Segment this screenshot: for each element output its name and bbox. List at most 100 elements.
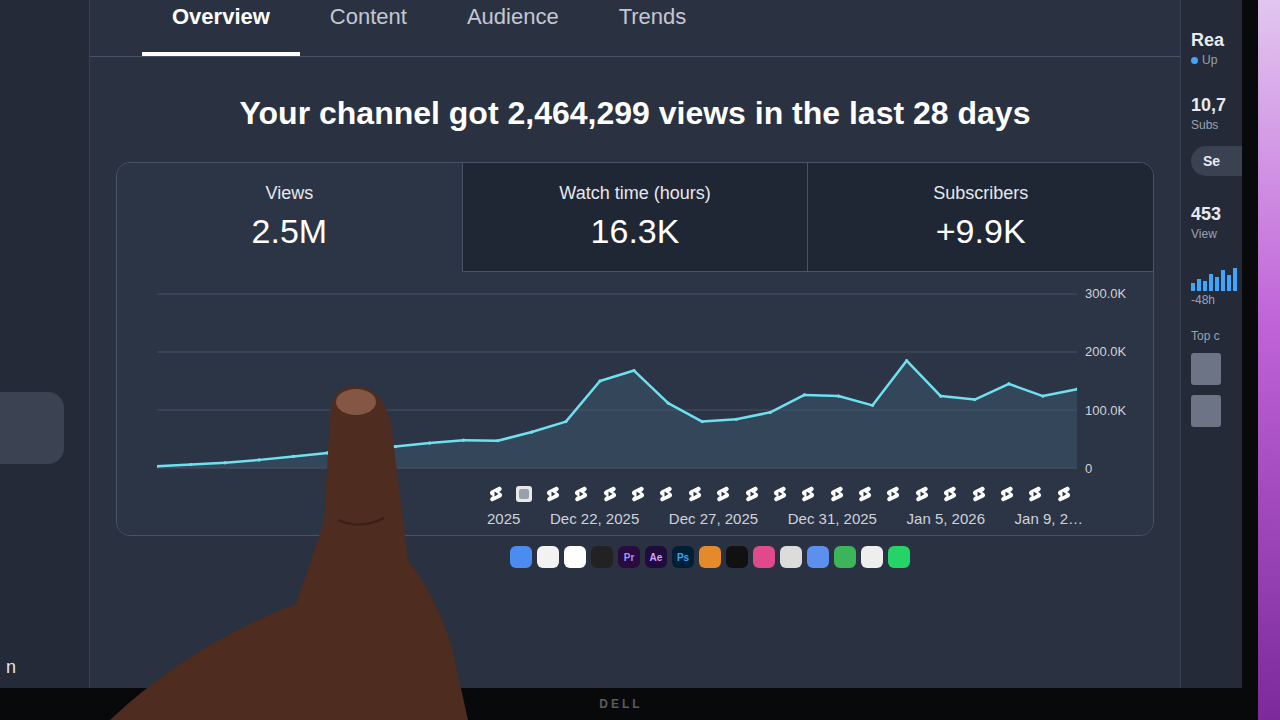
chart-point[interactable] bbox=[564, 420, 567, 423]
chart-point[interactable] bbox=[803, 393, 806, 396]
shorts-upload-icon[interactable] bbox=[629, 484, 647, 504]
chart-segment bbox=[396, 443, 430, 446]
app-icon[interactable] bbox=[888, 546, 910, 568]
thumbnail[interactable] bbox=[1191, 395, 1221, 427]
app-icon[interactable]: Pr bbox=[618, 546, 640, 568]
view-count: 453 bbox=[1191, 204, 1242, 225]
shorts-upload-icon[interactable] bbox=[884, 484, 902, 504]
tab[interactable]: Content bbox=[300, 0, 437, 56]
chart-segment bbox=[975, 384, 1009, 400]
tab[interactable]: Overview bbox=[142, 0, 300, 56]
app-label: Pr bbox=[624, 552, 635, 563]
chart-point[interactable] bbox=[598, 379, 601, 382]
realtime-bar bbox=[1203, 281, 1207, 291]
shorts-upload-icon[interactable] bbox=[572, 484, 590, 504]
metric-tile[interactable]: Watch time (hours)16.3K bbox=[462, 163, 808, 272]
sidebar-footer: n bbox=[0, 657, 89, 678]
sidebar-item[interactable] bbox=[0, 392, 64, 464]
thumbnail[interactable] bbox=[1191, 353, 1221, 385]
chart-point[interactable] bbox=[632, 369, 635, 372]
shorts-upload-icon[interactable] bbox=[828, 484, 846, 504]
chart-segment bbox=[327, 450, 361, 453]
realtime-bar bbox=[1221, 270, 1225, 291]
brand-logo: DELL bbox=[599, 697, 642, 711]
shorts-upload-icon[interactable] bbox=[856, 484, 874, 504]
chart-segment bbox=[1043, 389, 1077, 396]
status-text: Up bbox=[1202, 53, 1217, 67]
chart-point[interactable] bbox=[1007, 382, 1010, 385]
chart-segment bbox=[634, 371, 668, 403]
chart-point[interactable] bbox=[224, 461, 227, 464]
screen: nOverviewContentAudienceTrendsYour chann… bbox=[0, 0, 1242, 688]
app-icon[interactable] bbox=[591, 546, 613, 568]
shorts-upload-icon[interactable] bbox=[714, 484, 732, 504]
app-icon[interactable] bbox=[834, 546, 856, 568]
shorts-upload-icon[interactable] bbox=[799, 484, 817, 504]
chart-point[interactable] bbox=[394, 445, 397, 448]
chart-point[interactable] bbox=[905, 359, 908, 362]
shorts-upload-icon[interactable] bbox=[913, 484, 931, 504]
chart-segment bbox=[907, 361, 941, 396]
chart-point[interactable] bbox=[157, 465, 159, 468]
metric-tile[interactable]: Views2.5M bbox=[117, 163, 462, 272]
x-label: 2025 bbox=[487, 510, 520, 527]
app-icon[interactable]: Ae bbox=[645, 546, 667, 568]
shorts-upload-icon[interactable] bbox=[1055, 484, 1073, 504]
chart-point[interactable] bbox=[496, 439, 499, 442]
chart-point[interactable] bbox=[973, 398, 976, 401]
shorts-upload-icon[interactable] bbox=[941, 484, 959, 504]
shorts-upload-icon[interactable] bbox=[686, 484, 704, 504]
app-icon[interactable] bbox=[699, 546, 721, 568]
upload-markers bbox=[157, 476, 1143, 504]
shorts-upload-icon[interactable] bbox=[1026, 484, 1044, 504]
chart-point[interactable] bbox=[189, 463, 192, 466]
chart-segment bbox=[838, 396, 872, 405]
app-icon[interactable] bbox=[753, 546, 775, 568]
shorts-upload-icon[interactable] bbox=[743, 484, 761, 504]
chart-point[interactable] bbox=[326, 451, 329, 454]
chart-point[interactable] bbox=[428, 441, 431, 444]
chart-point[interactable] bbox=[530, 430, 533, 433]
chart-point[interactable] bbox=[701, 420, 704, 423]
chart-segment bbox=[293, 453, 327, 456]
tab[interactable]: Trends bbox=[589, 0, 717, 56]
shorts-upload-icon[interactable] bbox=[970, 484, 988, 504]
chart-point[interactable] bbox=[837, 394, 840, 397]
chart-point[interactable] bbox=[939, 394, 942, 397]
app-icon[interactable] bbox=[726, 546, 748, 568]
app-icon[interactable] bbox=[807, 546, 829, 568]
video-upload-icon[interactable] bbox=[515, 484, 533, 504]
shorts-upload-icon[interactable] bbox=[544, 484, 562, 504]
app-icon[interactable]: Ps bbox=[672, 546, 694, 568]
metric-tile[interactable]: Subscribers+9.9K bbox=[807, 163, 1153, 272]
chart-point[interactable] bbox=[360, 448, 363, 451]
chart-point[interactable] bbox=[769, 411, 772, 414]
chart-point[interactable] bbox=[871, 404, 874, 407]
shorts-upload-icon[interactable] bbox=[998, 484, 1016, 504]
shorts-upload-icon[interactable] bbox=[771, 484, 789, 504]
y-tick: 0 bbox=[1085, 461, 1137, 476]
see-button[interactable]: Se bbox=[1191, 146, 1242, 176]
app-icon[interactable] bbox=[861, 546, 883, 568]
chart-point[interactable] bbox=[667, 401, 670, 404]
metric-value: 16.3K bbox=[473, 212, 798, 251]
chart-segment bbox=[430, 440, 464, 443]
app-icon[interactable] bbox=[510, 546, 532, 568]
chart-segment bbox=[600, 371, 634, 381]
shorts-upload-icon[interactable] bbox=[657, 484, 675, 504]
chart-point[interactable] bbox=[735, 418, 738, 421]
chart-point[interactable] bbox=[462, 439, 465, 442]
app-icon[interactable] bbox=[780, 546, 802, 568]
shorts-upload-icon[interactable] bbox=[487, 484, 505, 504]
chart-point[interactable] bbox=[292, 455, 295, 458]
chart-point[interactable] bbox=[1075, 388, 1077, 391]
chart-point[interactable] bbox=[258, 458, 261, 461]
tab[interactable]: Audience bbox=[437, 0, 589, 56]
subscriber-label: Subs bbox=[1191, 118, 1242, 132]
tab-bar: OverviewContentAudienceTrends bbox=[90, 0, 1180, 57]
app-icon[interactable] bbox=[564, 546, 586, 568]
chart-point[interactable] bbox=[1041, 394, 1044, 397]
app-icon[interactable] bbox=[537, 546, 559, 568]
shorts-upload-icon[interactable] bbox=[601, 484, 619, 504]
x-label: Jan 9, 2… bbox=[1015, 510, 1083, 527]
